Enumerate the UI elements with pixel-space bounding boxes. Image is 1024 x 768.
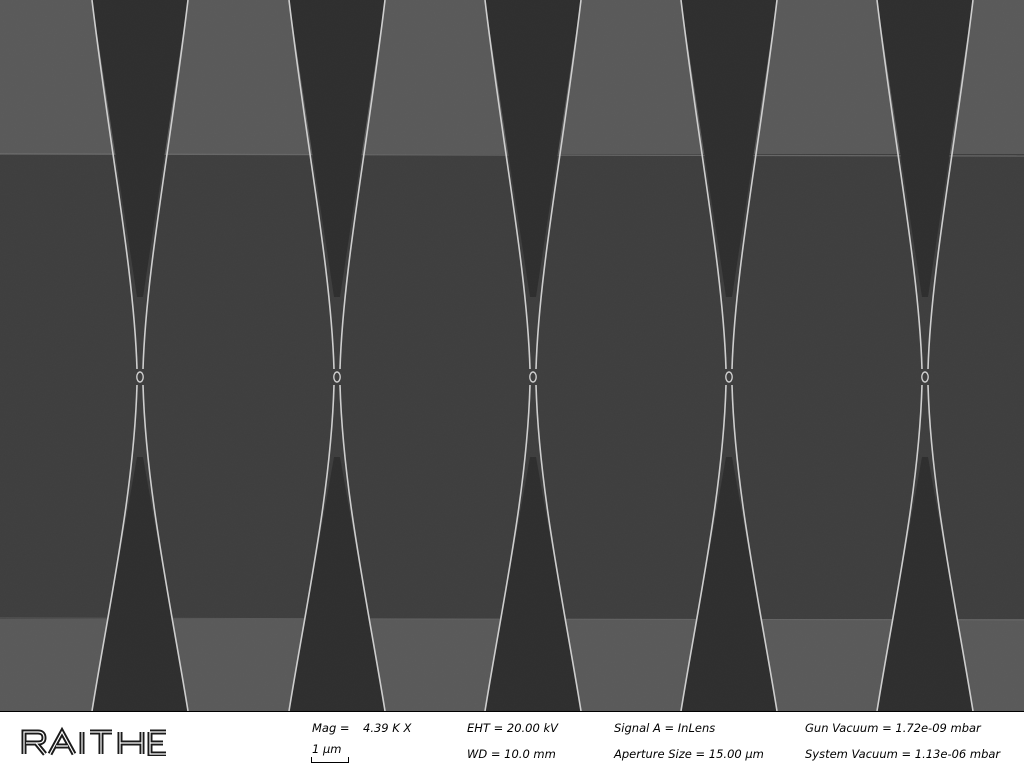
scale-bar: [311, 757, 349, 763]
gun-vacuum-readout: Gun Vacuum = 1.72e-09 mbar: [805, 721, 981, 735]
magnification-label: Mag =: [312, 721, 350, 735]
scale-bar-label: 1 µm: [312, 742, 342, 756]
sem-viewer: Mag = 4.39 K X 1 µm EHT = 20.00 kV WD = …: [0, 0, 1024, 768]
sem-micrograph: [0, 0, 1024, 711]
aperture-readout: Aperture Size = 15.00 µm: [614, 747, 764, 761]
system-vacuum-readout: System Vacuum = 1.13e-06 mbar: [805, 747, 1001, 761]
eht-readout: EHT = 20.00 kV: [467, 721, 558, 735]
working-distance-readout: WD = 10.0 mm: [467, 747, 556, 761]
raith-logo: [21, 726, 166, 756]
noise-overlay: [0, 0, 1024, 711]
info-bar: Mag = 4.39 K X 1 µm EHT = 20.00 kV WD = …: [0, 711, 1024, 768]
magnification-value: 4.39 K X: [363, 721, 412, 735]
micrograph-canvas: [0, 0, 1024, 711]
signal-readout: Signal A = InLens: [614, 721, 716, 735]
